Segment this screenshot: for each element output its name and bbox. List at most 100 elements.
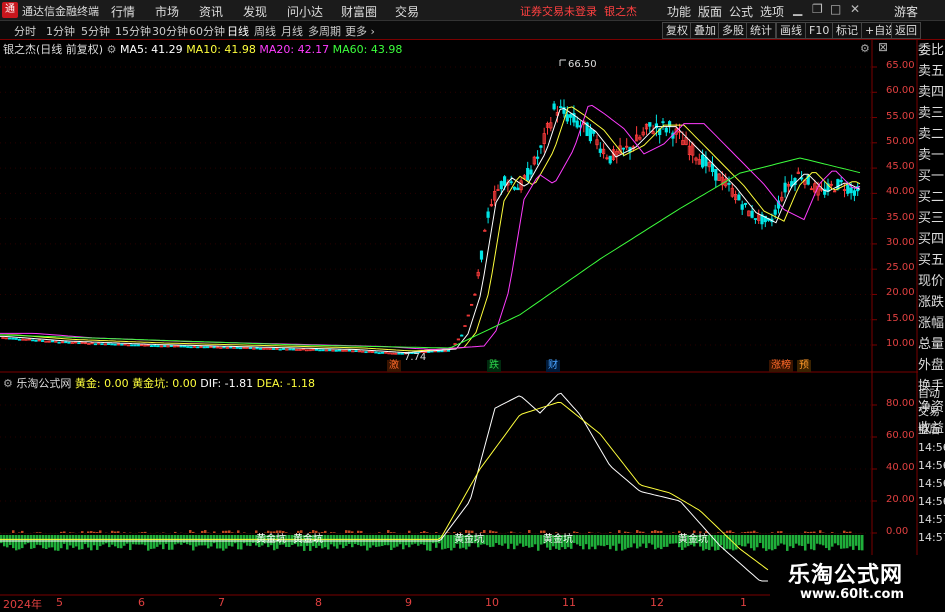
gold-pit-bar-down <box>243 535 246 543</box>
period-1min[interactable]: 1分钟 <box>46 23 75 39</box>
gold-pit-bar-down <box>729 535 732 549</box>
gold-pit-bar-up <box>678 531 681 533</box>
menu-wealth[interactable]: 财富圈 <box>341 3 377 20</box>
gold-pit-bar-down <box>204 535 207 545</box>
sidebar-item[interactable]: 盘后 <box>918 421 945 439</box>
menu-function[interactable]: 功能 <box>667 3 691 20</box>
candle-body <box>239 348 241 349</box>
sidebar-item[interactable]: 买三 <box>918 208 945 229</box>
period-more[interactable]: 更多 › <box>345 23 375 39</box>
draw-button[interactable]: 画线 <box>776 22 806 39</box>
sidebar-item[interactable]: 14:56 <box>918 439 945 457</box>
menu-discover[interactable]: 发现 <box>243 3 267 20</box>
gold-pit-bar-down <box>834 535 837 543</box>
sidebar-item[interactable]: 14:57 <box>918 511 945 529</box>
sidebar-item[interactable]: 外盘 <box>918 355 945 376</box>
menu-options[interactable]: 选项 <box>760 3 784 20</box>
period-tick[interactable]: 分时 <box>14 23 36 39</box>
event-marker-fall[interactable]: 跌 <box>487 360 501 372</box>
menu-market[interactable]: 市场 <box>155 3 179 20</box>
menu-formula[interactable]: 公式 <box>729 3 753 20</box>
mark-button[interactable]: 标记 <box>832 22 862 39</box>
gold-pit-bar-down <box>24 535 27 544</box>
period-monthly[interactable]: 月线 <box>281 23 303 39</box>
candle-body <box>197 347 199 348</box>
candle-body <box>338 350 340 351</box>
menu-news[interactable]: 资讯 <box>199 3 223 20</box>
candle-body <box>322 350 324 351</box>
adjust-button[interactable]: 复权 <box>662 22 692 39</box>
candle-body <box>830 184 832 185</box>
sidebar-item[interactable]: 14:56 <box>918 457 945 475</box>
sidebar-item[interactable]: 卖一 <box>918 145 945 166</box>
sidebar-item[interactable]: 委比 <box>918 40 945 61</box>
multi-stock-button[interactable]: 多股 <box>718 22 748 39</box>
event-marker-rank[interactable]: 涨榜 <box>769 360 793 372</box>
sidebar-item[interactable]: 总量 <box>918 334 945 355</box>
panel-close-icon[interactable]: ⊠ <box>878 40 888 54</box>
menu-trade[interactable]: 交易 <box>395 3 419 20</box>
panel-settings-icon[interactable]: ⚙ <box>860 42 870 55</box>
gold-pit-bar-down <box>57 535 60 551</box>
minimize-icon[interactable]: ▁ <box>793 2 802 16</box>
period-15min[interactable]: 15分钟 <box>115 23 151 39</box>
overlay-button[interactable]: 叠加 <box>690 22 720 39</box>
sidebar-item[interactable]: 14:56 <box>918 475 945 493</box>
maximize-icon[interactable]: □ <box>830 2 841 16</box>
event-marker-finance[interactable]: 财 <box>546 360 560 372</box>
candle-body <box>705 157 707 166</box>
candle-body <box>342 350 344 351</box>
back-button[interactable]: 返回 <box>891 22 921 39</box>
close-icon[interactable]: ✕ <box>850 2 860 16</box>
candle-body <box>698 160 700 165</box>
restore-icon[interactable]: ❐ <box>812 2 823 16</box>
period-multi[interactable]: 多周期 <box>308 23 341 39</box>
period-daily[interactable]: 日线 <box>227 23 249 39</box>
sidebar-item[interactable]: 现价 <box>918 271 945 292</box>
indicator-settings-icon[interactable]: ⚙ <box>3 377 13 390</box>
event-marker-surge[interactable]: 激 <box>387 360 401 372</box>
candle-body <box>170 346 172 347</box>
sidebar-item[interactable]: 买二 <box>918 187 945 208</box>
sidebar-item[interactable]: 交易 <box>918 403 945 421</box>
gold-pit-bar-up <box>423 531 426 533</box>
gold-pit-bar-down <box>816 535 819 544</box>
sidebar-item[interactable]: 买四 <box>918 229 945 250</box>
sidebar-item[interactable]: 涨幅 <box>918 313 945 334</box>
sidebar-item[interactable]: 卖四 <box>918 82 945 103</box>
settings-icon[interactable]: ⚙ <box>107 43 117 56</box>
stats-button[interactable]: 统计 <box>746 22 776 39</box>
candle-body <box>391 353 393 354</box>
sidebar-item[interactable]: 卖五 <box>918 61 945 82</box>
menu-quotes[interactable]: 行情 <box>111 3 135 20</box>
menu-layout[interactable]: 版面 <box>698 3 722 20</box>
gold-pit-bar-down <box>642 535 645 544</box>
event-marker-forecast[interactable]: 预 <box>797 360 811 372</box>
login-warning[interactable]: 证券交易未登录 银之杰 <box>520 3 637 19</box>
guest-label[interactable]: 游客 <box>894 3 918 20</box>
kline-chart[interactable] <box>0 0 945 609</box>
gold-pit-bar-down <box>423 535 426 545</box>
period-60min[interactable]: 60分钟 <box>189 23 225 39</box>
low-price-label: 7.74 <box>404 352 426 363</box>
period-5min[interactable]: 5分钟 <box>81 23 110 39</box>
gold-pit-bar-down <box>126 535 129 544</box>
sidebar-item[interactable]: 自动 <box>918 385 945 403</box>
sidebar-item[interactable]: 买五 <box>918 250 945 271</box>
ma60-value: MA60: 43.98 <box>333 43 403 56</box>
sidebar-item[interactable]: 买一 <box>918 166 945 187</box>
sidebar-item[interactable]: 卖二 <box>918 124 945 145</box>
sidebar-item[interactable]: 涨跌 <box>918 292 945 313</box>
gold-pit-bar-down <box>63 535 66 544</box>
sidebar-item[interactable]: 卖三 <box>918 103 945 124</box>
candle-body <box>88 343 90 344</box>
sidebar-item[interactable]: 14:57 <box>918 529 945 547</box>
sidebar-item[interactable]: 14:56 <box>918 493 945 511</box>
gold-pit-bar-down <box>342 535 345 548</box>
f10-button[interactable]: F10 <box>805 22 833 39</box>
period-weekly[interactable]: 周线 <box>254 23 276 39</box>
menu-ask[interactable]: 问小达 <box>287 3 323 20</box>
candle-body <box>246 348 248 349</box>
gold-pit-bar-down <box>714 535 717 551</box>
period-30min[interactable]: 30分钟 <box>152 23 188 39</box>
